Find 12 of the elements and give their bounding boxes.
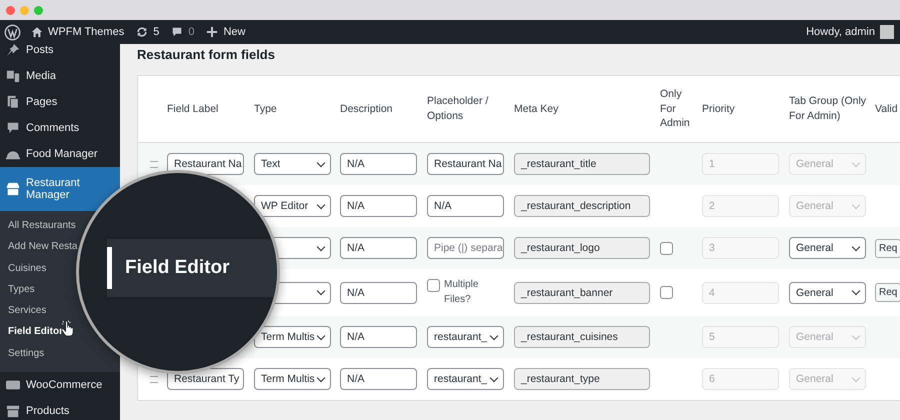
magnified-label: Field Editor <box>125 257 230 279</box>
column-header: Placeholder / Options <box>427 94 490 124</box>
column-header: Type <box>254 102 278 116</box>
column-header: Description <box>340 102 394 116</box>
page-title: Restaurant form fields <box>137 47 276 64</box>
checkbox-label: Multiple Files? <box>444 278 480 306</box>
column-header: Meta Key <box>514 102 560 116</box>
column-header: Priority <box>702 102 736 116</box>
column-header: Field Label <box>167 102 220 116</box>
column-header: Only For Admin <box>660 86 691 132</box>
column-header: Valid <box>875 102 899 116</box>
column-header: Tab Group (Only For Admin) <box>789 94 868 124</box>
